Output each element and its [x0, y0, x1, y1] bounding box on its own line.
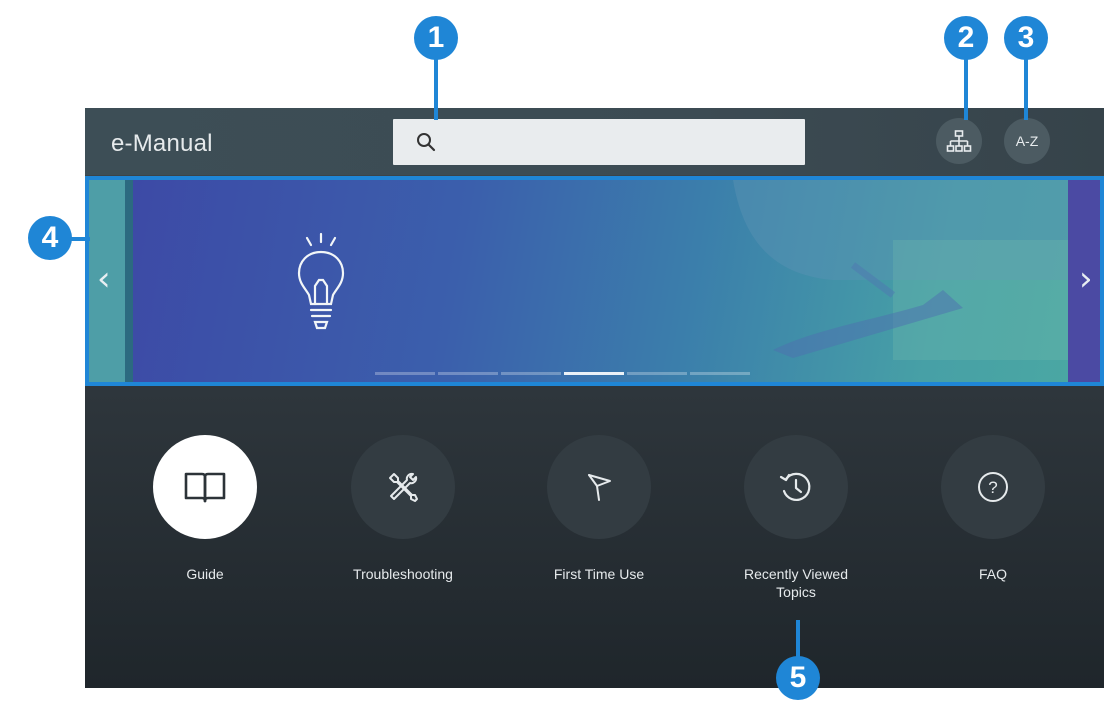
tv-screen: e-Manual A-Z ‹ › Guide Troubleshooting F… — [85, 108, 1104, 688]
menu-item-faq[interactable]: ? FAQ — [903, 435, 1083, 583]
book-icon — [184, 472, 226, 503]
documentation-figure: e-Manual A-Z ‹ › Guide Troubleshooting F… — [0, 0, 1104, 709]
menu-label: Guide — [186, 566, 224, 582]
top-bar: e-Manual A-Z — [85, 108, 1104, 175]
menu-item-troubleshooting[interactable]: Troubleshooting — [313, 435, 493, 583]
guide-button[interactable] — [153, 435, 257, 539]
search-icon — [417, 133, 436, 152]
troubleshooting-button[interactable] — [351, 435, 455, 539]
callout-2: 2 — [944, 16, 988, 60]
banner-highlight-frame — [85, 176, 1104, 386]
svg-text:?: ? — [988, 478, 997, 497]
callout-leader — [434, 50, 438, 120]
app-title: e-Manual — [111, 130, 213, 157]
faq-button[interactable]: ? — [941, 435, 1045, 539]
tools-icon — [389, 472, 418, 502]
menu-label: Recently Viewed Topics — [743, 566, 849, 600]
first-time-use-button[interactable] — [547, 435, 651, 539]
menu-item-first-time-use[interactable]: First Time Use — [509, 435, 689, 583]
callout-leader — [964, 50, 968, 120]
recently-viewed-topics-button[interactable] — [744, 435, 848, 539]
sitemap-icon — [946, 130, 972, 152]
menu-item-guide[interactable]: Guide — [115, 435, 295, 583]
menu-label: FAQ — [978, 566, 1007, 582]
callout-leader — [1024, 50, 1028, 120]
history-icon — [779, 472, 811, 501]
a-z-button[interactable]: A-Z — [1004, 118, 1050, 164]
callout-4: 4 — [28, 216, 72, 260]
callout-5: 5 — [776, 656, 820, 700]
question-icon: ? — [978, 472, 1008, 502]
menu-label: First Time Use — [553, 566, 645, 582]
sitemap-button[interactable] — [936, 118, 982, 164]
search-input[interactable] — [393, 119, 805, 165]
callout-leader — [796, 620, 800, 660]
callout-1: 1 — [414, 16, 458, 60]
menu-label: Troubleshooting — [353, 566, 453, 582]
callout-3: 3 — [1004, 16, 1048, 60]
menu-item-recently-viewed-topics[interactable]: Recently Viewed Topics — [706, 435, 886, 601]
flag-icon — [588, 474, 611, 501]
